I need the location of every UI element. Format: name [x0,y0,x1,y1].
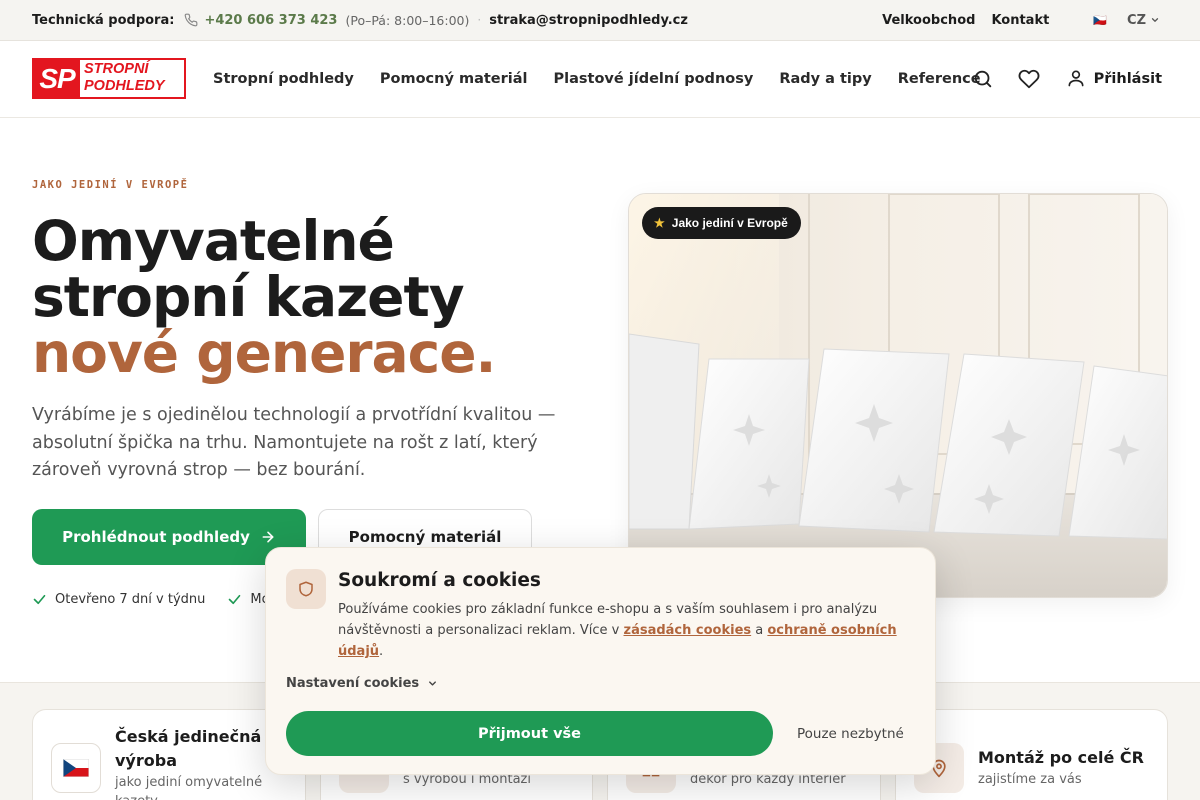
nav-item-podnosy[interactable]: Plastové jídelní podnosy [554,71,754,87]
hero-badge: ★ Jako jediní v Evropě [642,207,801,239]
email-link[interactable]: straka@stropnipodhledy.cz [489,13,688,28]
top-bar: Technická podpora: +420 606 373 423 (Po–… [0,0,1200,41]
cookie-text-end: . [379,644,384,659]
login-label: Přihlásit [1093,71,1162,87]
hero-eyebrow: JAKO JEDINÍ V EVROPĚ [32,179,189,191]
logo[interactable]: SP STROPNÍ PODHLEDY [32,58,186,99]
czech-flag-icon [51,743,101,793]
hero-title-line-2: stropní kazety [32,265,465,329]
feature-subtitle-line-2: kazety [115,792,262,800]
arrow-right-icon [260,529,276,545]
check-icon [229,594,241,605]
cookie-text: Používáme cookies pro základní funkce e-… [338,599,918,662]
check-icon [33,594,46,605]
check-item: Otevřeno 7 dní v týdnu [32,592,205,607]
contact-link[interactable]: Kontakt [991,13,1049,28]
language-code: CZ [1127,12,1146,28]
user-icon [1066,68,1088,90]
chevron-down-icon [1150,15,1160,25]
search-icon[interactable] [972,68,994,90]
feature-subtitle: zajistíme za vás [978,772,1082,787]
nav-item-rady-a-tipy[interactable]: Rady a tipy [779,71,871,87]
top-links: Velkoobchod Kontakt 🇨🇿 CZ [866,0,1160,40]
support-info: Technická podpora: +420 606 373 423 (Po–… [32,0,688,40]
cookie-text-mid: a [751,623,768,638]
feature-title-line-2: výroba [115,751,177,770]
accept-all-button[interactable]: Přijmout vše [286,711,773,756]
login-button[interactable]: Přihlásit [1066,68,1162,90]
cookie-settings-label: Nastavení cookies [286,676,420,691]
hero-title: Omyvatelné stropní kazety nové generace. [32,209,496,385]
hero-lead: Vyrábíme je s ojedinělou technologií a p… [32,405,556,480]
shield-icon [286,569,326,609]
hero-title-accent: nové generace. [32,321,496,385]
logo-line-2: PODHLEDY [84,78,165,94]
chevron-down-icon [429,681,437,686]
feature-title: Česká jedinečná výroba [115,725,261,773]
hero-image [628,193,1168,598]
feature-subtitle: jako jediní omyvatelné kazety [115,773,262,800]
logo-mark: SP [39,62,75,94]
hero-badge-label: Jako jediní v Evropě [671,216,788,230]
nav-item-stropni-podhledy[interactable]: Stropní podhledy [213,71,354,87]
feature-subtitle-line-1: jako jediní omyvatelné [115,775,263,790]
support-hours: (Po–Pá: 8:00–16:00) [345,12,470,28]
separator: · [477,13,482,27]
auxiliary-material-label: Pomocný materiál [348,528,502,546]
phone-link[interactable]: +420 606 373 423 [204,13,337,28]
cookie-title: Soukromí a cookies [338,570,541,591]
support-label: Technická podpora: [32,12,175,28]
hero-title-line-1: Omyvatelné [32,209,395,273]
logo-text: STROPNÍ PODHLEDY [80,60,184,97]
check-label: Otevřeno 7 dní v týdnu [55,592,206,607]
main-nav: Stropní podhledy Pomocný materiál Plasto… [213,41,1007,117]
cookie-consent-dialog: Soukromí a cookies Používáme cookies pro… [265,547,936,775]
main-header: SP STROPNÍ PODHLEDY Stropní podhledy Pom… [0,41,1200,118]
necessary-only-button[interactable]: Pouze nezbytné [797,711,904,756]
feature-title-line-1: Česká jedinečná [115,727,262,746]
cookie-settings-toggle[interactable]: Nastavení cookies [286,676,438,691]
star-icon: ★ [654,216,665,230]
hero-checks: Otevřeno 7 dní v týdnu Mont [32,592,305,607]
logo-line-1: STROPNÍ [84,61,149,77]
nav-item-pomocny-material[interactable]: Pomocný materiál [380,71,528,87]
browse-ceilings-button[interactable]: Prohlédnout podhledy [32,509,306,565]
heart-icon[interactable] [1018,68,1040,90]
phone-icon [184,13,198,27]
browse-ceilings-label: Prohlédnout podhledy [62,528,250,546]
wholesale-link[interactable]: Velkoobchod [882,13,975,28]
language-switcher[interactable]: 🇨🇿 CZ [1077,13,1160,28]
cookie-policy-link[interactable]: zásadách cookies [624,623,752,638]
flag-icon: 🇨🇿 [1093,13,1108,27]
feature-title: Montáž po celé ČR [978,748,1144,767]
header-actions: Přihlásit [948,41,1162,117]
